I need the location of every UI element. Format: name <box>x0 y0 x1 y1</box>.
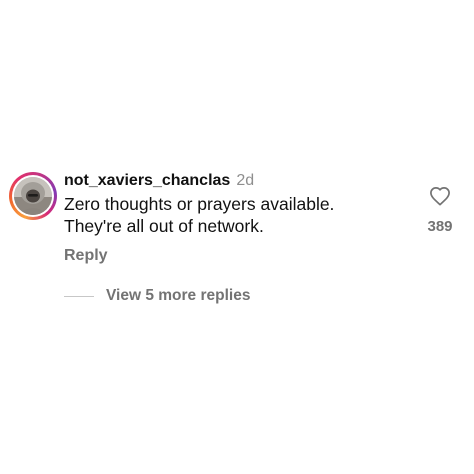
comment-header: not_xaviers_chanclas 2d <box>64 170 424 192</box>
avatar-ring-gap <box>12 175 54 217</box>
avatar-story-ring[interactable] <box>9 172 57 220</box>
comment-text-line-1: Zero thoughts or prayers available. <box>64 194 335 214</box>
like-count: 389 <box>427 218 453 235</box>
view-replies-button[interactable]: View 5 more replies <box>64 285 250 307</box>
replies-divider-line <box>64 295 94 297</box>
comment-text: Zero thoughts or prayers available. They… <box>64 193 424 237</box>
reply-button[interactable]: Reply <box>64 245 108 267</box>
username[interactable]: not_xaviers_chanclas <box>64 170 230 192</box>
comment-screen: not_xaviers_chanclas 2d Zero thoughts or… <box>0 0 474 474</box>
like-column: 389 <box>420 186 460 235</box>
view-replies-label: View 5 more replies <box>106 287 251 304</box>
comment-item: not_xaviers_chanclas 2d Zero thoughts or… <box>0 0 474 474</box>
avatar[interactable] <box>14 177 52 215</box>
comment-text-line-2: They're all out of network. <box>64 216 264 236</box>
avatar-image <box>14 177 52 215</box>
comment-body: not_xaviers_chanclas 2d Zero thoughts or… <box>64 170 424 237</box>
timestamp: 2d <box>236 172 255 189</box>
heart-outline-icon[interactable] <box>429 186 451 206</box>
